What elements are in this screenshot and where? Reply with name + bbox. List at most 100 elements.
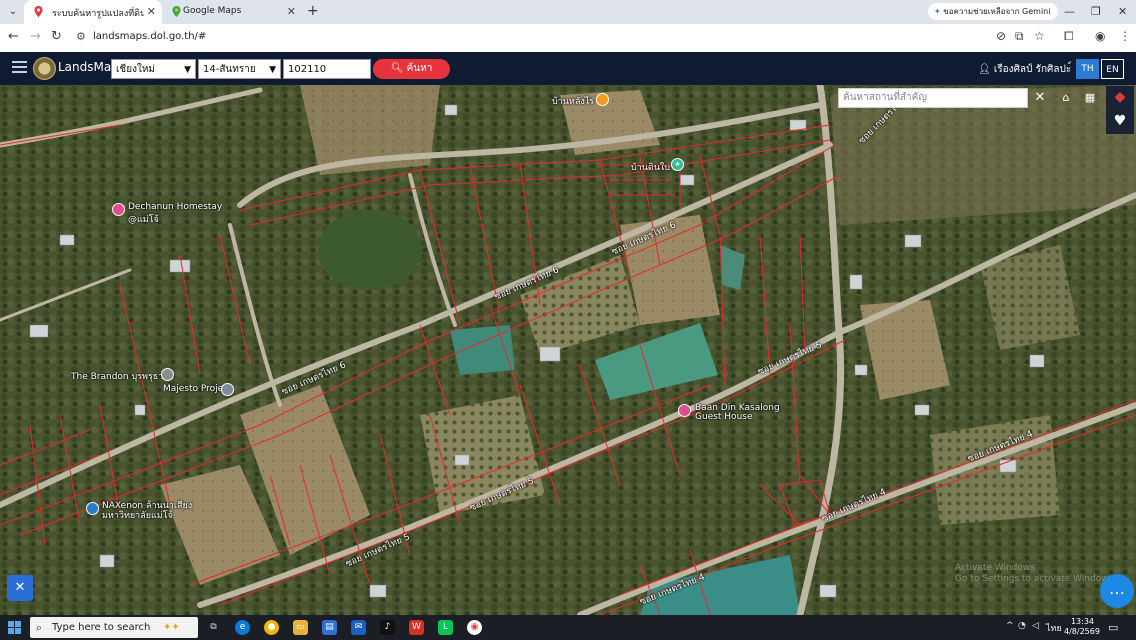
- grid-icon[interactable]: ▦: [1079, 87, 1101, 109]
- site-header: LandsMaps เชียงใหม่ ▼ 14-สันทราย ▼ 10211…: [0, 52, 1136, 85]
- search-label: ค้นหา: [406, 63, 433, 74]
- minimize-icon[interactable]: —: [1064, 5, 1075, 18]
- bookmark-star-icon[interactable]: ☆: [1034, 29, 1045, 43]
- dol-logo: [33, 57, 56, 80]
- place-label: The Brandon บุรพรุธา: [71, 372, 164, 382]
- line-icon[interactable]: L: [438, 620, 453, 635]
- map-canvas[interactable]: [0, 85, 1136, 615]
- tracking-off-icon[interactable]: ⊘: [996, 29, 1006, 43]
- network-icon[interactable]: ◔: [1018, 621, 1026, 631]
- taskbar-clock[interactable]: 13:34 4/8/2569: [1064, 617, 1100, 637]
- input-language[interactable]: ไทย: [1046, 621, 1062, 635]
- edge-icon[interactable]: e: [235, 620, 250, 635]
- chevron-down-icon: ▼: [269, 65, 276, 75]
- clock-time: 13:34: [1070, 617, 1094, 626]
- search-button[interactable]: 🔍︎ ค้นหา: [373, 59, 450, 79]
- place-pin-icon[interactable]: [596, 93, 609, 106]
- layers-icon[interactable]: ◆: [1106, 86, 1134, 110]
- address-bar[interactable]: ⚙ landsmaps.dol.go.th/#: [70, 27, 1060, 49]
- pond-overgrown: [318, 210, 422, 290]
- place-sublabel: @แม่โจ้: [128, 215, 159, 225]
- window-controls: — ❐ ✕: [1046, 0, 1136, 24]
- chevron-down-icon: ▼: [184, 65, 191, 75]
- task-view-icon[interactable]: ⧉: [206, 620, 221, 635]
- home-icon[interactable]: ⌂: [1055, 87, 1077, 109]
- place-sublabel: มหาวิทยาลัยแม่โจ้: [102, 511, 173, 521]
- mail-icon[interactable]: ✉: [351, 620, 366, 635]
- parcel-number-input[interactable]: 102110: [283, 59, 371, 79]
- windows-start-icon[interactable]: [8, 621, 21, 634]
- tab-title: ระบบค้นหารูปแปลงที่ดิน (LandsMa: [52, 9, 144, 19]
- lang-en-button[interactable]: EN: [1101, 59, 1124, 79]
- taskbar-search-placeholder: Type here to search: [52, 622, 151, 633]
- user-name: เรืองศิลป์ รักศิลปะ์: [993, 64, 1072, 75]
- place-sublabel: Guest House: [695, 412, 753, 422]
- back-icon[interactable]: ←: [8, 29, 19, 44]
- search-highlight-icon: ✦✦: [163, 622, 180, 633]
- clock-date: 4/8/2569: [1064, 627, 1100, 636]
- parcel-number-value: 102110: [288, 64, 327, 75]
- search-icon: ⌕: [36, 621, 43, 634]
- profile-icon[interactable]: ◉: [1095, 29, 1105, 43]
- forward-icon[interactable]: →: [30, 29, 41, 44]
- place-label: บ้านหลังไร่: [552, 97, 595, 107]
- chat-bubble-icon[interactable]: …: [1100, 574, 1134, 608]
- tab-landsmaps[interactable]: ระบบค้นหารูปแปลงที่ดิน (LandsMa ✕: [24, 0, 162, 24]
- satellite-map[interactable]: บ้านหลังไร่ บ้านดินใบ ★ Dechanun Homesta…: [0, 85, 1136, 615]
- measure-tools-icon[interactable]: ✕: [7, 575, 33, 601]
- province-select[interactable]: เชียงใหม่ ▼: [111, 59, 196, 79]
- map-pin-icon: [34, 6, 43, 17]
- windows-taskbar: ⌕ Type here to search ✦✦ ⧉ e ● ▭ ▤ ✉ ♪ W…: [0, 615, 1136, 640]
- province-value: เชียงใหม่: [116, 64, 156, 75]
- maximize-icon[interactable]: ❐: [1091, 5, 1101, 18]
- browser-nav-bar: ← → ↻ ⚙ landsmaps.dol.go.th/# ⊘ ⧉ ☆ ⧠ ◉ …: [0, 24, 1136, 52]
- close-tab-icon[interactable]: ✕: [147, 5, 156, 18]
- site-info-icon[interactable]: ⚙: [76, 30, 86, 43]
- favorite-heart-icon[interactable]: ♥: [1106, 110, 1134, 134]
- gemini-button[interactable]: ✦ ขอความช่วยเหลือจาก Gemini: [928, 3, 1059, 20]
- homestay-pin-icon[interactable]: [112, 203, 125, 216]
- tab-search-menu-icon[interactable]: ⌄: [5, 4, 21, 20]
- chrome-active-icon[interactable]: ◉: [467, 620, 482, 635]
- tiktok-icon[interactable]: ♪: [380, 620, 395, 635]
- url-text: landsmaps.dol.go.th/#: [93, 31, 207, 42]
- chrome-icon[interactable]: ●: [264, 620, 279, 635]
- store-icon[interactable]: ▤: [322, 620, 337, 635]
- reload-icon[interactable]: ↻: [51, 29, 62, 44]
- place-pin-icon[interactable]: [161, 368, 174, 381]
- landmark-search-input[interactable]: ค้นหาสถานที่สำคัญ: [838, 88, 1028, 108]
- user-menu[interactable]: 👤︎ เรืองศิลป์ รักศิลปะ์ ⌄: [978, 62, 1083, 77]
- windows-watermark: Activate Windows Go to Settings to activa…: [955, 563, 1117, 584]
- notification-icon[interactable]: ▭: [1108, 621, 1118, 634]
- new-tab-button[interactable]: +: [307, 3, 319, 19]
- search-icon: 🔍︎: [390, 63, 404, 74]
- tab-title: Google Maps: [183, 6, 242, 16]
- place-label: Dechanun Homestay: [128, 202, 223, 212]
- tray-chevron-icon[interactable]: ^: [1006, 621, 1014, 631]
- office-icon[interactable]: W: [409, 620, 424, 635]
- more-menu-icon[interactable]: ⋮: [1119, 29, 1131, 43]
- gemini-icon: ✦: [934, 7, 941, 16]
- extensions-icon[interactable]: ⧠: [1064, 29, 1074, 44]
- close-tab-icon[interactable]: ✕: [287, 5, 296, 18]
- taskbar-search-input[interactable]: ⌕ Type here to search ✦✦: [30, 617, 198, 638]
- place-pin-icon[interactable]: ★: [671, 158, 684, 171]
- district-value: 14-สันทราย: [203, 64, 256, 75]
- volume-icon[interactable]: ◁: [1032, 621, 1039, 631]
- place-pin-icon[interactable]: [86, 502, 99, 515]
- clear-search-icon[interactable]: ✕: [1029, 87, 1051, 109]
- guesthouse-pin-icon[interactable]: [678, 404, 691, 417]
- close-window-icon[interactable]: ✕: [1118, 5, 1127, 18]
- district-select[interactable]: 14-สันทราย ▼: [198, 59, 281, 79]
- gemini-label: ขอความช่วยเหลือจาก Gemini: [943, 7, 1051, 16]
- hamburger-menu-icon[interactable]: [12, 61, 27, 76]
- user-icon: 👤︎: [978, 64, 991, 75]
- tab-google-maps[interactable]: Google Maps ✕: [162, 0, 302, 24]
- lang-th-button[interactable]: TH: [1076, 59, 1099, 79]
- place-pin-icon[interactable]: [221, 383, 234, 396]
- place-label: บ้านดินใบ: [631, 163, 671, 173]
- file-explorer-icon[interactable]: ▭: [293, 620, 308, 635]
- browser-tab-strip: ⌄ ระบบค้นหารูปแปลงที่ดิน (LandsMa ✕ Goog…: [0, 0, 1136, 24]
- translate-icon[interactable]: ⧉: [1015, 29, 1024, 44]
- google-maps-icon: [172, 6, 181, 17]
